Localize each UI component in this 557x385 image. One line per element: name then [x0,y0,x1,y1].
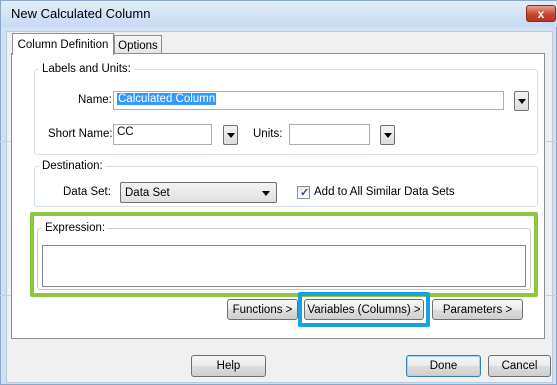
tab-label: Options [118,39,158,52]
checkmark-icon: ✓ [300,187,310,199]
data-set-label: Data Set: [63,186,111,198]
chevron-down-icon [262,191,270,196]
add-all-checkbox[interactable]: ✓ [297,186,310,199]
units-field[interactable] [289,124,370,145]
divider [546,141,557,142]
name-field[interactable]: Calculated Column [113,91,504,110]
group-legend: Destination: [42,160,103,172]
short-name-value: CC [117,126,134,138]
close-button[interactable]: x [526,5,556,22]
help-button[interactable]: Help [191,355,266,377]
short-name-field[interactable]: CC [113,124,212,145]
done-button[interactable]: Done [406,355,481,377]
chevron-down-icon [517,98,526,104]
divider [0,295,11,296]
name-value: Calculated Column [117,93,217,105]
button-label: Done [429,360,458,372]
button-label: Functions > [232,303,293,316]
divider [546,295,557,296]
destination-group: Destination: [34,160,538,207]
data-set-select[interactable]: Data Set [120,182,277,203]
tab-column-definition[interactable]: Column Definition [12,33,114,55]
expression-input[interactable] [42,245,526,287]
button-label: Help [216,360,241,372]
tab-options[interactable]: Options [114,35,162,55]
button-label: Parameters > [442,303,513,316]
name-label: Name: [78,94,112,106]
window-title: New Calculated Column [11,6,151,21]
variables-columns-button[interactable]: Variables (Columns) > [304,299,424,320]
data-set-value: Data Set [125,186,170,199]
divider [0,141,11,142]
units-label: Units: [253,128,283,140]
short-name-label: Short Name: [48,128,113,140]
tab-label: Column Definition [17,38,109,51]
short-name-dropdown-button[interactable] [223,125,238,145]
button-label: Variables (Columns) > [307,303,421,316]
name-dropdown-button[interactable] [514,91,529,111]
add-all-label: Add to All Similar Data Sets [314,186,455,198]
functions-button[interactable]: Functions > [227,299,298,320]
title-bar[interactable]: New Calculated Column x [1,1,557,27]
group-legend: Expression: [45,222,106,234]
button-label: Cancel [501,360,538,372]
group-legend: Labels and Units: [42,63,131,75]
units-dropdown-button[interactable] [380,125,395,145]
parameters-button[interactable]: Parameters > [432,299,523,320]
close-icon: x [537,6,545,21]
chevron-down-icon [226,132,235,138]
chevron-down-icon [383,132,392,138]
cancel-button[interactable]: Cancel [488,355,551,377]
